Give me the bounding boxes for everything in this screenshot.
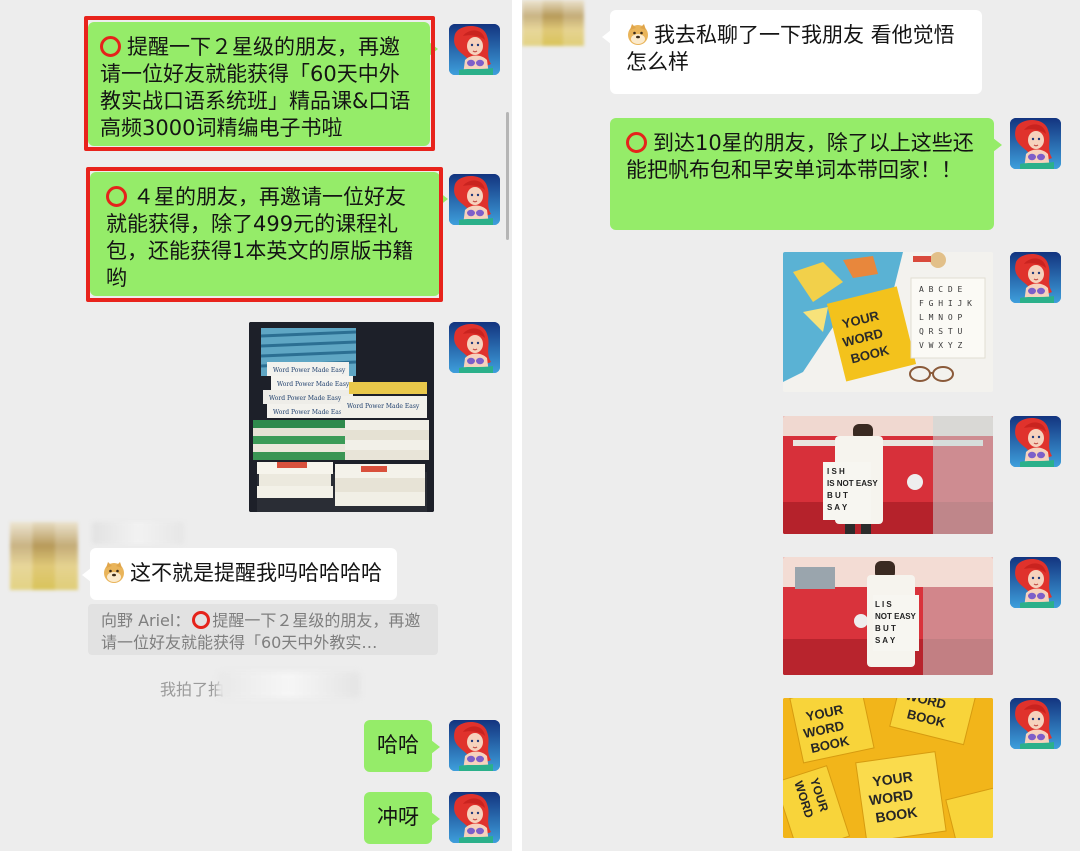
message-text: 哈哈 bbox=[377, 733, 419, 757]
pat-system-message: 我拍了拍 bbox=[160, 680, 225, 699]
tote-bag-photo-1[interactable]: I S H IS NOT EASY B U T S A Y bbox=[783, 416, 993, 534]
right-chat-panel: 我去私聊了一下我朋友 看他觉悟怎么样 到达10星的朋友，除了以上这些还能把帆布包… bbox=[522, 0, 1080, 851]
message-bubble-friend[interactable]: 这不就是提醒我吗哈哈哈哈 bbox=[82, 548, 397, 600]
svg-text:A B C D E: A B C D E bbox=[919, 285, 963, 294]
svg-text:F G H I J K: F G H I J K bbox=[919, 299, 972, 308]
svg-text:Word Power Made Easy: Word Power Made Easy bbox=[273, 409, 346, 416]
svg-text:B U T: B U T bbox=[827, 491, 848, 500]
message-text: 提醒一下２星级的朋友，再邀请一位好友就能获得「60天中外教实战口语系统班」精品课… bbox=[100, 35, 411, 140]
svg-text:Q R S T U: Q R S T U bbox=[919, 327, 963, 336]
doge-icon bbox=[626, 22, 650, 46]
message-text: 到达10星的朋友，除了以上这些还能把帆布包和早安单词本带回家！！ bbox=[626, 131, 974, 182]
svg-text:L I S: L I S bbox=[875, 600, 892, 609]
book-spine-label: Word Power Made Easy bbox=[273, 367, 346, 374]
mermaid-avatar[interactable] bbox=[1010, 698, 1061, 749]
message-text: 这不就是提醒我吗哈哈哈哈 bbox=[130, 561, 382, 585]
svg-text:L M N O P: L M N O P bbox=[919, 313, 963, 322]
message-bubble-friend[interactable]: 我去私聊了一下我朋友 看他觉悟怎么样 bbox=[602, 10, 982, 94]
mermaid-avatar[interactable] bbox=[449, 792, 500, 843]
message-bubble-4star[interactable]: ４星的朋友，再邀请一位好友就能获得，除了499元的课程礼包，还能获得1本英文的原… bbox=[90, 172, 448, 296]
mermaid-avatar[interactable] bbox=[449, 322, 500, 373]
red-circle-icon bbox=[100, 36, 121, 57]
mermaid-avatar[interactable] bbox=[449, 174, 500, 225]
tote-bag-photo-2[interactable]: L I S NOT EASY B U T S A Y bbox=[783, 557, 993, 675]
message-text: 我去私聊了一下我朋友 看他觉悟怎么样 bbox=[626, 23, 955, 74]
friend-name-blurred bbox=[92, 522, 184, 544]
svg-text:Word Power Made Easy: Word Power Made Easy bbox=[277, 381, 350, 388]
red-circle-icon bbox=[192, 611, 211, 629]
red-circle-icon bbox=[106, 186, 127, 207]
svg-text:S A Y: S A Y bbox=[875, 636, 896, 645]
word-books-yellow-photo[interactable]: YOUR WORD BOOK WORD BOOK YOUR WORD BOOK … bbox=[783, 698, 993, 838]
message-bubble-haha[interactable]: 哈哈 bbox=[364, 720, 440, 772]
svg-text:NOT EASY: NOT EASY bbox=[875, 612, 917, 621]
svg-text:I S H: I S H bbox=[827, 467, 845, 476]
quote-author: 向野 Ariel： bbox=[101, 611, 191, 630]
friend-avatar-blurred[interactable] bbox=[10, 522, 78, 590]
scrollbar[interactable] bbox=[506, 112, 509, 240]
red-circle-icon bbox=[626, 132, 647, 153]
mermaid-avatar[interactable] bbox=[449, 720, 500, 771]
mermaid-avatar[interactable] bbox=[1010, 118, 1061, 169]
doge-icon bbox=[102, 560, 126, 584]
message-bubble-2star[interactable]: 提醒一下２星级的朋友，再邀请一位好友就能获得「60天中外教实战口语系统班」精品课… bbox=[88, 22, 438, 146]
quoted-message[interactable]: 向野 Ariel： 提醒一下２星级的朋友，再邀请一位好友就能获得「60天中外教实… bbox=[88, 604, 438, 655]
svg-text:V W X Y Z: V W X Y Z bbox=[919, 341, 963, 350]
books-photo[interactable]: Word Power Made Easy Word Power Made Eas… bbox=[249, 322, 434, 512]
message-bubble-chongya[interactable]: 冲呀 bbox=[364, 792, 440, 844]
message-text: 冲呀 bbox=[377, 805, 419, 829]
svg-text:Word Power Made Easy: Word Power Made Easy bbox=[347, 403, 420, 410]
svg-text:S A Y: S A Y bbox=[827, 503, 848, 512]
message-bubble-10star[interactable]: 到达10星的朋友，除了以上这些还能把帆布包和早安单词本带回家！！ bbox=[610, 118, 1002, 230]
message-text: ４星的朋友，再邀请一位好友就能获得，除了499元的课程礼包，还能获得1本英文的原… bbox=[106, 185, 414, 290]
svg-text:IS NOT EASY: IS NOT EASY bbox=[827, 479, 878, 488]
pat-target-blurred bbox=[218, 672, 360, 698]
left-chat-panel: 提醒一下２星级的朋友，再邀请一位好友就能获得「60天中外教实战口语系统班」精品课… bbox=[0, 0, 512, 851]
mermaid-avatar[interactable] bbox=[1010, 252, 1061, 303]
friend-avatar-blurred[interactable] bbox=[522, 0, 584, 46]
mermaid-avatar[interactable] bbox=[1010, 557, 1061, 608]
mermaid-avatar[interactable] bbox=[449, 24, 500, 75]
svg-text:Word Power Made Easy: Word Power Made Easy bbox=[269, 395, 342, 402]
svg-text:B U T: B U T bbox=[875, 624, 896, 633]
word-book-flatlay-photo[interactable]: YOUR WORD BOOK A B C D E F G H I J K L M… bbox=[783, 252, 993, 392]
mermaid-avatar[interactable] bbox=[1010, 416, 1061, 467]
